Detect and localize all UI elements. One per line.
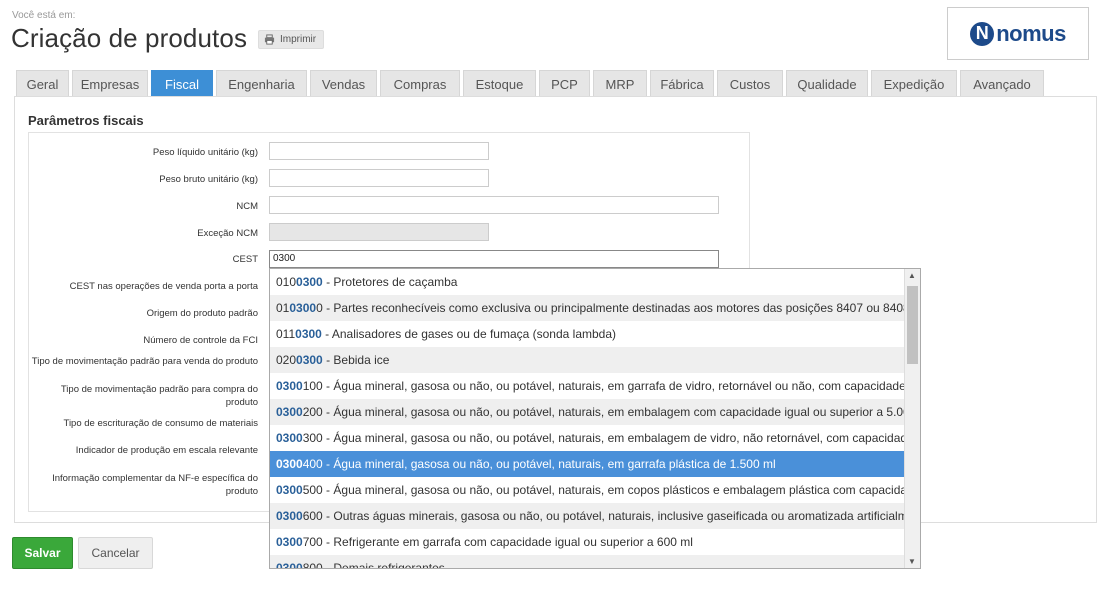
- autocomplete-option[interactable]: 0300800 - Demais refrigerantes: [270, 555, 904, 569]
- option-description: 300 - Água mineral, gasosa ou não, ou po…: [302, 431, 904, 445]
- origem-label: Origem do produto padrão: [146, 308, 258, 319]
- option-match: 0300: [296, 353, 323, 367]
- mov-compra-label: Tipo de movimentação padrão para compra …: [60, 384, 258, 408]
- cest-input[interactable]: 0300: [269, 250, 719, 268]
- logo-mark: N: [970, 21, 995, 46]
- peso-liquido-label: Peso líquido unitário (kg): [152, 147, 258, 158]
- option-description: 0 - Partes reconhecíveis como exclusiva …: [316, 301, 904, 315]
- option-description: 700 - Refrigerante em garrafa com capaci…: [302, 535, 693, 549]
- option-match: 0300: [276, 405, 303, 419]
- option-match: 0300: [276, 431, 303, 445]
- autocomplete-option[interactable]: 0300600 - Outras águas minerais, gasosa …: [270, 503, 904, 529]
- option-match: 0300: [276, 457, 303, 471]
- tab-vendas[interactable]: Vendas: [310, 70, 377, 97]
- option-description: 500 - Água mineral, gasosa ou não, ou po…: [302, 483, 904, 497]
- section-title: Parâmetros fiscais: [28, 113, 144, 128]
- peso-liquido-input[interactable]: [269, 142, 489, 160]
- autocomplete-option[interactable]: 0300700 - Refrigerante em garrafa com ca…: [270, 529, 904, 555]
- autocomplete-option[interactable]: 0100300 - Protetores de caçamba: [270, 269, 904, 295]
- option-match: 0300: [276, 509, 303, 523]
- tab-qualidade[interactable]: Qualidade: [786, 70, 868, 97]
- cest-porta-label: CEST nas operações de venda porta a port…: [69, 281, 258, 292]
- autocomplete-option[interactable]: 0300500 - Água mineral, gasosa ou não, o…: [270, 477, 904, 503]
- tab-estoque[interactable]: Estoque: [463, 70, 536, 97]
- option-match: 0300: [289, 301, 317, 315]
- tab-engenharia[interactable]: Engenharia: [216, 70, 307, 97]
- ncm-input[interactable]: [269, 196, 719, 214]
- option-prefix: 010: [276, 275, 297, 289]
- option-prefix: 020: [276, 353, 297, 367]
- option-match: 0300: [276, 535, 303, 549]
- option-description: 400 - Água mineral, gasosa ou não, ou po…: [302, 457, 776, 471]
- company-logo: N nomus: [947, 7, 1089, 60]
- option-match: 0300: [276, 483, 303, 497]
- option-description: - Analisadores de gases ou de fumaça (so…: [321, 327, 617, 341]
- option-description: 600 - Outras águas minerais, gasosa ou n…: [302, 509, 904, 523]
- tab-avancado[interactable]: Avançado: [960, 70, 1044, 97]
- scroll-down-icon[interactable]: ▼: [908, 557, 916, 566]
- tab-fiscal[interactable]: Fiscal: [151, 70, 213, 97]
- tab-empresas[interactable]: Empresas: [72, 70, 148, 97]
- option-match: 0300: [295, 327, 322, 341]
- cest-autocomplete-list: 0100300 - Protetores de caçamba 0103000 -…: [269, 268, 921, 569]
- option-description: 800 - Demais refrigerantes: [302, 561, 445, 569]
- scroll-up-icon[interactable]: ▲: [908, 271, 916, 280]
- autocomplete-option[interactable]: 0300200 - Água mineral, gasosa ou não, o…: [270, 399, 904, 425]
- escrituracao-label: Tipo de escrituração de consumo de mater…: [63, 418, 259, 429]
- print-label: Imprimir: [280, 34, 317, 45]
- option-prefix: 011: [276, 327, 296, 341]
- peso-bruto-label: Peso bruto unitário (kg): [159, 174, 258, 185]
- option-description: - Protetores de caçamba: [322, 275, 458, 289]
- autocomplete-option[interactable]: 0110300 - Analisadores de gases ou de fu…: [270, 321, 904, 347]
- printer-icon: [264, 34, 275, 45]
- tab-pcp[interactable]: PCP: [539, 70, 590, 97]
- autocomplete-option[interactable]: 0300400 - Água mineral, gasosa ou não, o…: [270, 451, 904, 477]
- print-button[interactable]: Imprimir: [258, 30, 325, 49]
- option-prefix: 01: [276, 301, 290, 315]
- tab-mrp[interactable]: MRP: [593, 70, 647, 97]
- tab-bar: Geral Empresas Fiscal Engenharia Vendas …: [16, 70, 1044, 97]
- option-description: 100 - Água mineral, gasosa ou não, ou po…: [302, 379, 904, 393]
- save-button[interactable]: Salvar: [12, 537, 73, 569]
- excecao-ncm-label: Exceção NCM: [197, 228, 258, 239]
- option-match: 0300: [276, 379, 303, 393]
- option-description: - Bebida ice: [322, 353, 390, 367]
- autocomplete-option[interactable]: 0300100 - Água mineral, gasosa ou não, o…: [270, 373, 904, 399]
- tab-expedicao[interactable]: Expedição: [871, 70, 957, 97]
- option-match: 0300: [296, 275, 323, 289]
- option-match: 0300: [276, 561, 303, 569]
- mov-venda-label: Tipo de movimentação padrão para venda d…: [31, 356, 258, 367]
- option-description: 200 - Água mineral, gasosa ou não, ou po…: [302, 405, 904, 419]
- autocomplete-option[interactable]: 0300300 - Água mineral, gasosa ou não, o…: [270, 425, 904, 451]
- fci-label: Número de controle da FCI: [143, 335, 258, 346]
- page-title: Criação de produtos: [11, 23, 248, 53]
- cancel-button[interactable]: Cancelar: [78, 537, 153, 569]
- dropdown-scrollbar[interactable]: ▲ ▼: [904, 269, 920, 568]
- cest-label: CEST: [232, 254, 258, 265]
- logo-text: nomus: [996, 20, 1066, 46]
- info-nfe-label: Informação complementar da NF-e específi…: [52, 473, 258, 497]
- autocomplete-option[interactable]: 0200300 - Bebida ice: [270, 347, 904, 373]
- peso-bruto-input[interactable]: [269, 169, 489, 187]
- tab-fabrica[interactable]: Fábrica: [650, 70, 714, 97]
- ncm-label: NCM: [236, 201, 258, 212]
- excecao-ncm-input: [269, 223, 489, 241]
- autocomplete-option[interactable]: 0103000 - Partes reconhecíveis como excl…: [270, 295, 904, 321]
- tab-custos[interactable]: Custos: [717, 70, 783, 97]
- tab-geral[interactable]: Geral: [16, 70, 69, 97]
- breadcrumb: Você está em:: [12, 10, 76, 21]
- escala-label: Indicador de produção em escala relevant…: [75, 445, 258, 456]
- scrollbar-thumb[interactable]: [907, 286, 918, 364]
- tab-compras[interactable]: Compras: [380, 70, 460, 97]
